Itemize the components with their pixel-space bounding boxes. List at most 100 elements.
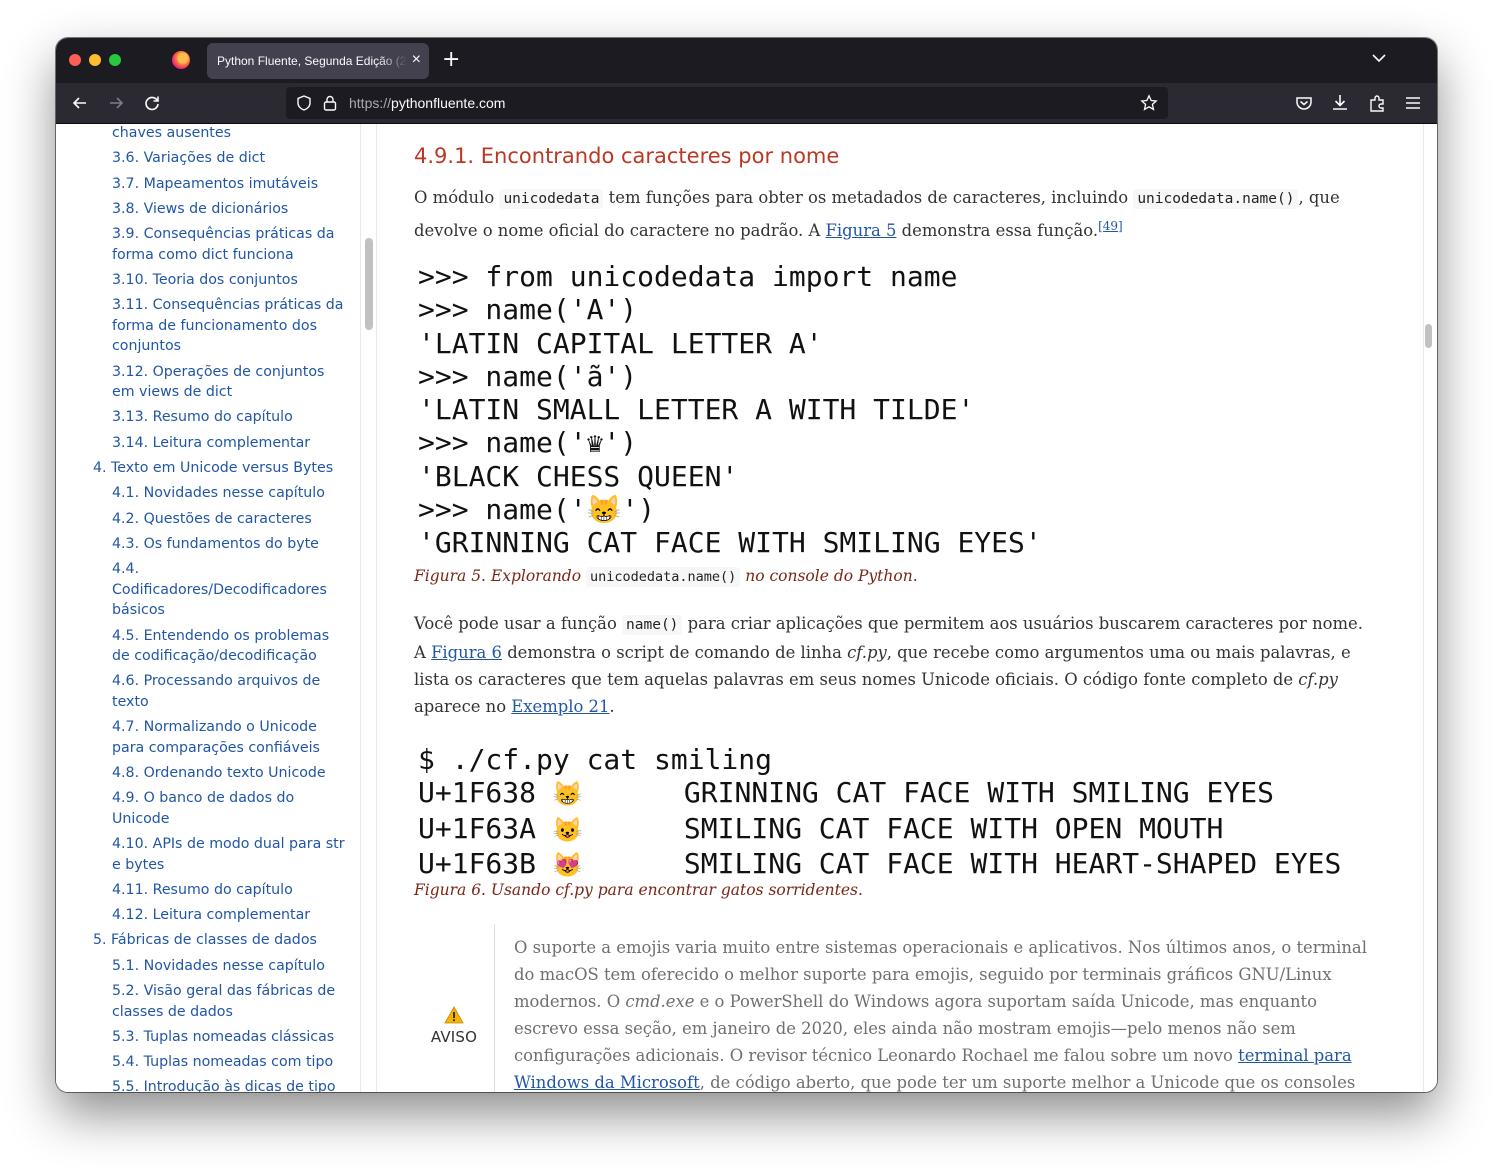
toc-item[interactable]: 4.3. Os fundamentos do byte [112,534,348,555]
char-name: GRINNING CAT FACE WITH SMILING EYES [683,776,1274,810]
browser-window: Python Fluente, Segunda Edição (2023) × … [56,38,1437,1092]
text: demonstra essa função. [896,221,1099,241]
back-icon[interactable] [69,92,91,114]
admonition-divider [494,924,495,1092]
zoom-window-button[interactable] [109,54,121,66]
console-line: >>> from unicodedata import name [418,260,958,293]
nav-bar: https://pythonfluente.com [56,83,1437,124]
console-line: 'GRINNING CAT FACE WITH SMILING EYES' [418,526,1042,560]
extensions-icon[interactable] [1366,92,1388,114]
bookmark-star-icon[interactable] [1140,94,1158,112]
toc-item[interactable]: chaves ausentes [112,124,348,144]
console-line: >>> name('A') [418,293,638,327]
footnote-49-link[interactable]: [49] [1098,219,1123,233]
close-window-button[interactable] [69,54,81,66]
toc-sidebar: chaves ausentes 3.6. Variações de dict 3.7… [56,124,361,1092]
toc-item[interactable]: 3.12. Operações de conjuntos em views de… [112,362,348,403]
admonition-text: O suporte a emojis varia muito entre sis… [514,938,1367,1092]
toc-item[interactable]: 5.4. Tuplas nomeadas com tipo [112,1052,348,1073]
section-title: 4.9.1. Encontrando caracteres por nome [414,144,840,168]
new-tab-button[interactable]: + [442,47,460,73]
inline-code: unicodedata.name() [586,567,741,587]
console-line: >>> name('ã') [418,359,638,393]
tab-bar: Python Fluente, Segunda Edição (2023) × … [56,38,1437,83]
toc-item[interactable]: 4.12. Leitura complementar [112,905,348,926]
toc-item[interactable]: 5.2. Visão geral das fábricas de classes… [112,981,348,1022]
codepoint: U+1F63A [418,811,537,845]
toc-item[interactable]: 4.6. Processando arquivos de texto [112,671,348,712]
downloads-icon[interactable] [1329,92,1351,114]
toc-item[interactable]: 3.9. Consequências práticas da forma com… [112,224,348,265]
toc-item[interactable]: 3.10. Teoria dos conjuntos [112,270,348,291]
pocket-icon[interactable] [1293,92,1315,114]
toc-item[interactable]: 3.6. Variações de dict [112,148,348,169]
toc-item[interactable]: 3.11. Consequências práticas da forma de… [112,295,348,357]
inline-code: unicodedata.name() [1133,189,1299,209]
tab-active[interactable]: Python Fluente, Segunda Edição (2023) × [207,43,429,79]
sidebar-scrollbar[interactable] [365,238,373,330]
firefox-view-icon[interactable] [172,51,190,69]
console-line: 'BLACK CHESS QUEEN' [418,459,739,493]
toc-item[interactable]: 3.8. Views de dicionários [112,199,348,220]
figure-5-console: >>> from unicodedata import name >>> nam… [418,260,1042,560]
main-scrollbar[interactable] [1425,324,1432,348]
text: tem funções para obter os metadados de c… [603,188,1134,207]
figure-5-caption: Figura 5. Explorando unicodedata.name() … [414,567,918,587]
terminal-output-row: U+1F63A 😺 SMILING CAT FACE WITH OPEN MOU… [418,812,1223,845]
toc-item[interactable]: 4.9. O banco de dados do Unicode [112,788,348,829]
paragraph-cfpy: Você pode usar a função name() para cria… [414,614,1363,716]
figure-6-terminal: $ ./cf.py cat smiling U+1F638 😸 GRINNING… [418,743,1341,882]
toc-item[interactable]: 4.8. Ordenando texto Unicode [112,763,348,784]
url-text[interactable]: https://pythonfluente.com [349,95,505,111]
emoji-char: 😻 [552,850,583,879]
toc-item[interactable]: 5.3. Tuplas nomeadas clássicas [112,1027,348,1048]
toc-item[interactable]: 4. Texto em Unicode versus Bytes [93,458,343,479]
codepoint: U+1F63B [418,846,537,880]
admonition-icon-cell: AVISO [414,1006,494,1046]
inline-code: name() [622,615,683,635]
toc-item[interactable]: 3.14. Leitura complementar [112,433,348,454]
toc-item[interactable]: 4.4. Codificadores/Decodificadores básic… [112,559,348,621]
list-all-tabs-icon[interactable] [1371,50,1387,66]
example-21-link[interactable]: Exemplo 21 [511,697,609,716]
admonition-label: AVISO [430,1028,478,1046]
minimize-window-button[interactable] [89,54,101,66]
tab-close-button[interactable]: × [412,50,421,70]
shield-icon[interactable] [295,94,313,112]
codepoint: U+1F638 [418,776,537,810]
page-content: chaves ausentes 3.6. Variações de dict 3.7… [56,124,1437,1092]
menu-icon[interactable] [1402,92,1424,114]
toc-item[interactable]: 4.10. APIs de modo dual para str e bytes [112,834,348,875]
lock-icon[interactable] [322,94,338,112]
toc-item[interactable]: 5. Fábricas de classes de dados [93,930,343,951]
emoji-char: 😸 [552,780,583,809]
figure-6-link[interactable]: Figura 6 [431,643,502,662]
terminal-output-row: U+1F63B 😻 SMILING CAT FACE WITH HEART-SH… [418,847,1341,880]
toc-item[interactable]: 4.7. Normalizando o Unicode para compara… [112,717,348,758]
figure-5-link[interactable]: Figura 5 [826,221,897,240]
reload-icon[interactable] [141,92,163,114]
toc-item[interactable]: 5.1. Novidades nesse capítulo [112,956,348,977]
main-article: 4.9.1. Encontrando caracteres por nome O… [414,124,1374,1092]
toc-item[interactable]: 5.5. Introdução às dicas de tipo [112,1077,348,1092]
console-line: 'LATIN SMALL LETTER A WITH TILDE' [418,393,975,427]
char-name: SMILING CAT FACE WITH OPEN MOUTH [683,811,1224,845]
tab-title: Python Fluente, Segunda Edição (2023) [217,54,407,68]
emoji-char: 😺 [552,815,583,844]
toc-item[interactable]: 3.13. Resumo do capítulo [112,407,348,428]
char-name: SMILING CAT FACE WITH HEART-SHAPED EYES [683,846,1342,880]
toc-item[interactable]: 4.5. Entendendo os problemas de codifica… [112,626,348,667]
toc-item[interactable]: 4.1. Novidades nesse capítulo [112,483,348,504]
forward-icon[interactable] [105,92,127,114]
warning-admonition: AVISO O suporte a emojis varia muito ent… [414,924,1374,1092]
toc-item[interactable]: 4.11. Resumo do capítulo [112,880,348,901]
url-bar[interactable]: https://pythonfluente.com [286,87,1168,119]
toc-item[interactable]: 4.2. Questões de caracteres [112,509,348,530]
terminal-output-row: U+1F638 😸 GRINNING CAT FACE WITH SMILING… [418,776,1274,809]
figure-6-caption: Figura 6. Usando cf.py para encontrar ga… [414,881,863,899]
text: O módulo [414,188,500,207]
terminal-command: $ ./cf.py cat smiling [418,743,773,776]
paragraph-intro: O módulo unicodedata tem funções para ob… [414,184,1374,244]
toc-item[interactable]: 3.7. Mapeamentos imutáveis [112,174,348,195]
console-line: 'LATIN CAPITAL LETTER A' [418,326,823,360]
